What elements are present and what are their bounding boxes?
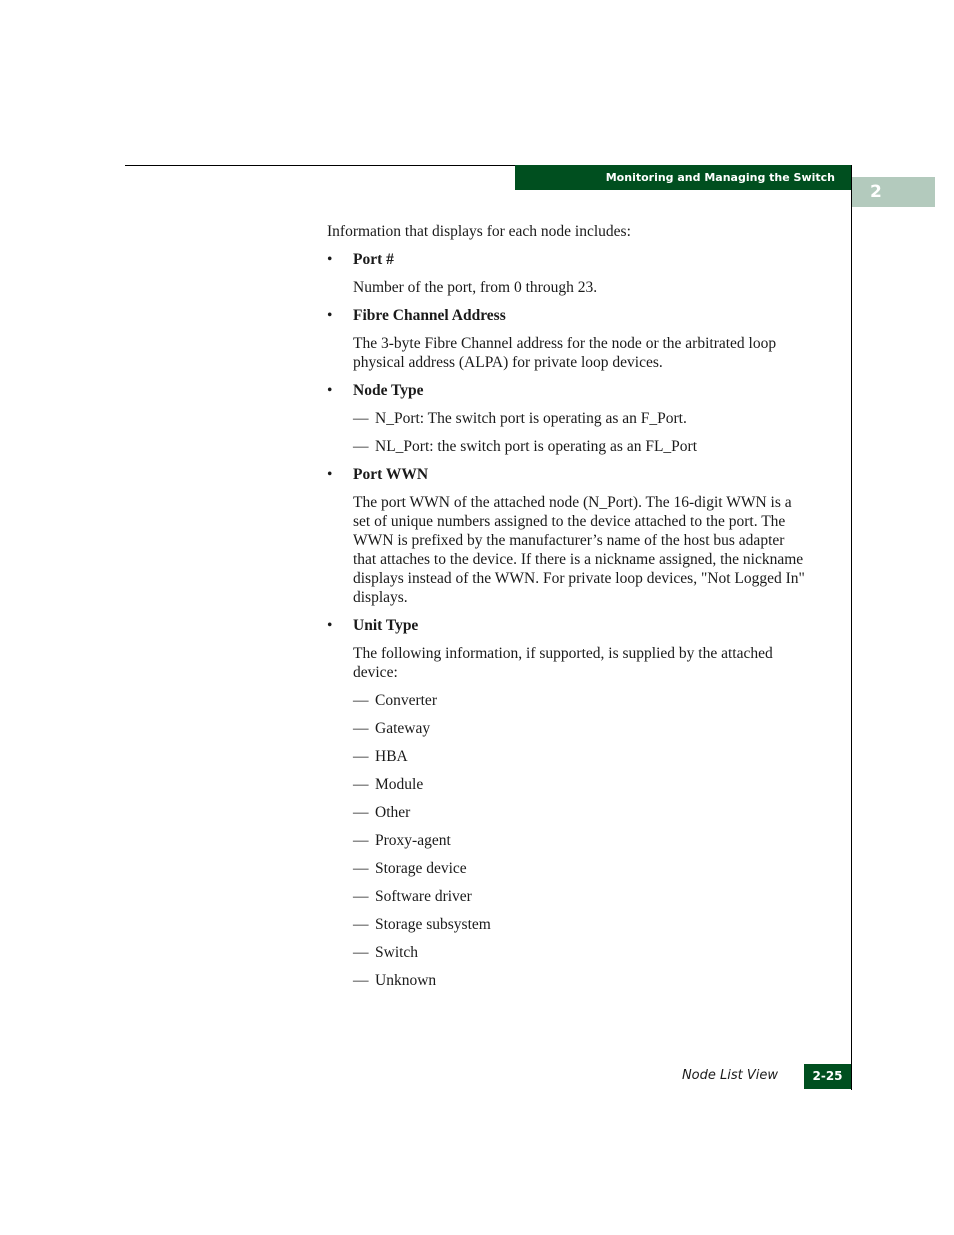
dash-icon: — xyxy=(353,972,369,989)
sub-item: — Storage device xyxy=(353,859,807,878)
dash-icon: — xyxy=(353,860,369,877)
item-title: Node Type xyxy=(353,382,424,399)
sub-item-text: N_Port: The switch port is operating as … xyxy=(375,410,687,427)
sub-item-text: Software driver xyxy=(375,888,472,905)
bullet-icon: • xyxy=(327,251,333,268)
page-number: 2-25 xyxy=(804,1064,851,1089)
list-item: • Port WWN The port WWN of the attached no… xyxy=(327,465,807,607)
sub-item: — Unknown xyxy=(353,971,807,990)
sub-item: — Other xyxy=(353,803,807,822)
item-title: Port WWN xyxy=(353,466,429,483)
sub-item-text: HBA xyxy=(375,748,408,765)
dash-icon: — xyxy=(353,692,369,709)
dash-icon: — xyxy=(353,832,369,849)
sub-item-text: Other xyxy=(375,804,411,821)
bullet-icon: • xyxy=(327,466,333,483)
item-description: Number of the port, from 0 through 23. xyxy=(353,279,598,296)
chapter-tab: 2 xyxy=(852,177,935,207)
dash-icon: — xyxy=(353,748,369,765)
dash-icon: — xyxy=(353,916,369,933)
item-title: Port # xyxy=(353,251,394,268)
sub-item: — Converter xyxy=(353,691,807,710)
sub-item-text: Switch xyxy=(375,944,419,961)
sub-item: — Switch xyxy=(353,943,807,962)
list-item: • Unit Type The following information, if … xyxy=(327,616,807,990)
dash-icon: — xyxy=(353,804,369,821)
running-header: Monitoring and Managing the Switch xyxy=(515,165,851,190)
dash-icon: — xyxy=(353,720,369,737)
bullet-list: • Port # Number of the port, from 0 throug… xyxy=(327,250,807,990)
sub-item: — Storage subsystem xyxy=(353,915,807,934)
sub-item: — Module xyxy=(353,775,807,794)
dash-icon: — xyxy=(353,410,369,427)
list-item: • Port # Number of the port, from 0 throug… xyxy=(327,250,807,297)
sub-item: — Gateway xyxy=(353,719,807,738)
sub-item: — HBA xyxy=(353,747,807,766)
sub-item-text: Converter xyxy=(375,692,437,709)
bullet-icon: • xyxy=(327,382,333,399)
sub-item-text: Storage subsystem xyxy=(375,916,491,933)
sub-item: — Software driver xyxy=(353,887,807,906)
page-body: Information that displays for each node … xyxy=(327,222,807,999)
bullet-icon: • xyxy=(327,617,333,634)
item-description: The 3-byte Fibre Channel address for the… xyxy=(353,335,777,371)
sub-item-text: Gateway xyxy=(375,720,431,737)
sub-item-text: Module xyxy=(375,776,424,793)
item-description: The following information, if supported,… xyxy=(353,645,773,681)
item-title: Unit Type xyxy=(353,617,419,634)
sub-item: — N_Port: The switch port is operating as… xyxy=(353,409,807,428)
item-title: Fibre Channel Address xyxy=(353,307,506,324)
bullet-icon: • xyxy=(327,307,333,324)
sub-item: — Proxy-agent xyxy=(353,831,807,850)
sub-item-text: Unknown xyxy=(375,972,437,989)
dash-icon: — xyxy=(353,438,369,455)
sub-item-text: NL_Port: the switch port is operating as… xyxy=(375,438,698,455)
dash-icon: — xyxy=(353,888,369,905)
chapter-number: 2 xyxy=(870,182,882,202)
margin-rule xyxy=(851,165,852,1090)
item-description: The port WWN of the attached node (N_Por… xyxy=(353,494,805,606)
list-item: • Node Type — N_Port: The switch port is op… xyxy=(327,381,807,456)
sub-item-text: Storage device xyxy=(375,860,467,877)
dash-icon: — xyxy=(353,944,369,961)
section-title: Monitoring and Managing the Switch xyxy=(605,171,835,184)
dash-icon: — xyxy=(353,776,369,793)
sub-item-text: Proxy-agent xyxy=(375,832,451,849)
intro-paragraph: Information that displays for each node … xyxy=(327,223,631,240)
sub-item: — NL_Port: the switch port is operating a… xyxy=(353,437,807,456)
footer-section-name: Node List View xyxy=(681,1068,778,1083)
list-item: • Fibre Channel Address The 3-byte Fibre C… xyxy=(327,306,807,372)
